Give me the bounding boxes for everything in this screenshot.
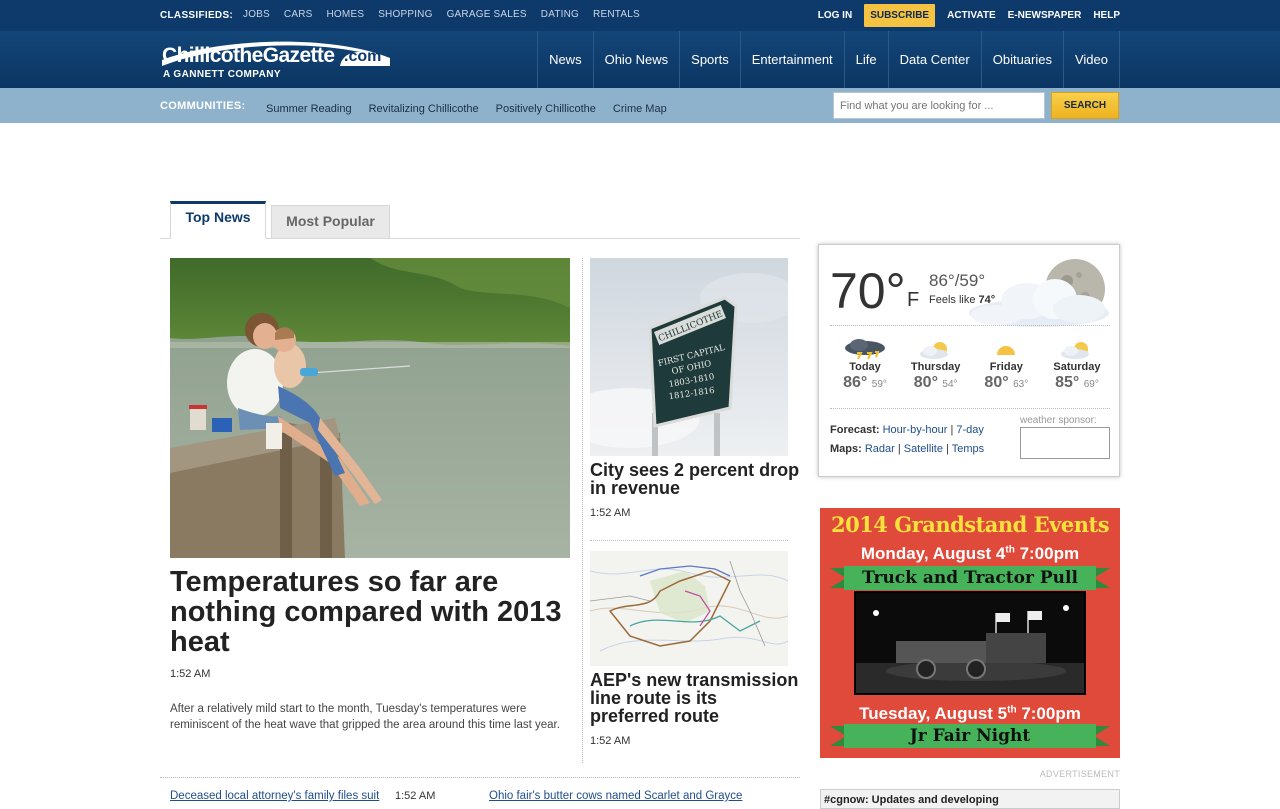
section-nav: News Ohio News Sports Entertainment Life…	[537, 31, 1120, 88]
forecast-day-name: Thursday	[910, 361, 961, 373]
ad-event-2: Jr Fair Night	[909, 726, 1031, 746]
more-story-1-time: 1:52 AM	[395, 790, 436, 802]
ad-date-1: Monday, August 4th 7:00pm	[860, 544, 1080, 563]
weather-divider-2	[830, 408, 1110, 409]
nav-news[interactable]: News	[537, 31, 593, 88]
classified-link-jobs[interactable]: JOBS	[243, 9, 270, 20]
community-link-crime-map[interactable]: Crime Map	[613, 99, 684, 117]
side-story-1-time: 1:52 AM	[590, 507, 631, 519]
communities-links: Summer Reading Revitalizing Chillicothe …	[266, 99, 684, 117]
side-divider	[590, 540, 788, 541]
forecast-links: Forecast: Hour-by-hour | 7-day	[830, 424, 984, 436]
forecast-day-name: Saturday	[1053, 361, 1101, 373]
side-story-1-title[interactable]: City sees 2 percent drop in revenue	[590, 461, 800, 497]
nav-life[interactable]: Life	[843, 31, 888, 88]
story-tabs: Top News Most Popular	[160, 201, 800, 239]
main-story-photo[interactable]	[170, 258, 570, 558]
thunderstorm-icon	[845, 339, 885, 359]
forecast-day-saturday[interactable]: Saturday 85° 69°	[1042, 337, 1112, 392]
community-link-positively[interactable]: Positively Chillicothe	[496, 99, 613, 117]
main-story-title[interactable]: Temperatures so far are nothing compared…	[170, 567, 570, 657]
logo-name: ChillicotheGazette	[162, 44, 335, 67]
classifieds-label: CLASSIFIEDS:	[160, 10, 234, 21]
nav-video[interactable]: Video	[1062, 31, 1120, 88]
satellite-link[interactable]: Satellite	[904, 443, 943, 455]
forecast-day-temps: 80° 54°	[913, 374, 958, 391]
forecast-day-name: Today	[849, 361, 881, 373]
map-links: Maps: Radar | Satellite | Temps	[830, 443, 985, 455]
main-story-summary: After a relatively mild start to the mon…	[170, 703, 560, 731]
nav-ohio-news[interactable]: Ohio News	[592, 31, 680, 88]
ad-title: 2014 Grandstand Events	[830, 512, 1110, 537]
subscribe-button[interactable]: SUBSCRIBE	[864, 4, 936, 27]
weather-widget: 70° F 86°/59° Feels like 74° Today 86° 5…	[818, 244, 1120, 477]
more-story-1-link[interactable]: Deceased local attorney's family files s…	[170, 790, 379, 802]
column-divider	[582, 258, 583, 763]
site-logo[interactable]: ChillicotheGazette .com A GANNETT COMPAN…	[160, 36, 395, 82]
activate-link[interactable]: ACTIVATE	[947, 10, 996, 21]
ad-truck-photo	[854, 591, 1086, 695]
advertisement-label: ADVERTISEMENT	[1039, 769, 1120, 779]
current-temperature: 70°	[830, 263, 906, 319]
seven-day-link[interactable]: 7-day	[956, 424, 984, 436]
main-story-time: 1:52 AM	[170, 668, 211, 680]
partly-cloudy-icon	[1060, 342, 1089, 359]
classified-link-garage-sales[interactable]: GARAGE SALES	[447, 9, 527, 20]
hour-by-hour-link[interactable]: Hour-by-hour	[883, 424, 948, 436]
logo-dotcom: .com	[344, 48, 382, 65]
main-nav-bar: ChillicotheGazette .com A GANNETT COMPAN…	[0, 31, 1280, 88]
tab-top-news[interactable]: Top News	[170, 201, 266, 239]
tab-most-popular[interactable]: Most Popular	[271, 205, 390, 239]
search-input[interactable]	[833, 92, 1045, 119]
classified-link-cars[interactable]: CARS	[284, 9, 313, 20]
classified-link-homes[interactable]: HOMES	[327, 9, 365, 20]
nav-entertainment[interactable]: Entertainment	[739, 31, 844, 88]
search-button[interactable]: SEARCH	[1051, 92, 1119, 119]
communities-bar: COMMUNITIES: Summer Reading Revitalizing…	[0, 88, 1280, 123]
forecast-day-today[interactable]: Today 86° 59°	[830, 337, 900, 392]
logo-tagline: A GANNETT COMPANY	[163, 69, 281, 80]
forecast-day-temps: 80° 63°	[984, 374, 1029, 391]
moon-cloud-icon	[969, 259, 1109, 327]
utility-bar: CLASSIFIEDS: JOBS CARS HOMES SHOPPING GA…	[0, 0, 1280, 31]
forecast-day-name: Friday	[989, 361, 1023, 373]
forecast-day-temps: 86° 59°	[843, 374, 887, 391]
side-story-photo-map[interactable]	[590, 551, 788, 666]
forecast-days: Today 86° 59° Thursday 80° 54° Friday 80…	[830, 337, 1112, 392]
classified-link-rentals[interactable]: RENTALS	[593, 9, 640, 20]
nav-sports[interactable]: Sports	[679, 31, 740, 88]
community-link-revitalizing[interactable]: Revitalizing Chillicothe	[369, 99, 496, 117]
help-link[interactable]: HELP	[1093, 10, 1120, 21]
login-link[interactable]: LOG IN	[818, 10, 852, 21]
weather-sponsor-box[interactable]	[1020, 427, 1110, 459]
partly-cloudy-icon	[919, 342, 948, 359]
communities-label: COMMUNITIES:	[160, 100, 246, 112]
temps-link[interactable]: Temps	[952, 443, 984, 455]
weather-divider-1	[830, 325, 1110, 326]
forecast-day-thursday[interactable]: Thursday 80° 54°	[901, 337, 971, 392]
grandstand-events-ad[interactable]: 2014 Grandstand Events Monday, August 4t…	[820, 508, 1120, 758]
weather-sponsor-label: weather sponsor:	[1020, 415, 1097, 426]
more-story-2-link[interactable]: Ohio fair's butter cows named Scarlet an…	[489, 790, 742, 802]
sunny-icon	[990, 346, 1023, 359]
nav-obituaries[interactable]: Obituaries	[980, 31, 1063, 88]
classified-link-shopping[interactable]: SHOPPING	[378, 9, 432, 20]
temperature-unit: F	[907, 289, 920, 311]
forecast-day-friday[interactable]: Friday 80° 63°	[971, 337, 1041, 392]
community-link-summer-reading[interactable]: Summer Reading	[266, 99, 369, 117]
account-links: LOG IN SUBSCRIBE ACTIVATE E-NEWSPAPER HE…	[806, 4, 1120, 27]
classified-link-dating[interactable]: DATING	[541, 9, 579, 20]
side-story-photo-sign[interactable]: CHILLICOTHE FIRST CAPITAL OF OHIO 1803-1…	[590, 258, 788, 456]
more-stories-divider	[160, 777, 800, 778]
ad-event-1: Truck and Tractor Pull	[862, 568, 1078, 588]
radar-link[interactable]: Radar	[865, 443, 895, 455]
nav-data-center[interactable]: Data Center	[887, 31, 981, 88]
classified-links: JOBS CARS HOMES SHOPPING GARAGE SALES DA…	[243, 9, 654, 20]
side-story-2-time: 1:52 AM	[590, 735, 631, 747]
cgnow-box-header[interactable]: #cgnow: Updates and developing	[820, 789, 1120, 809]
forecast-day-temps: 85° 69°	[1055, 374, 1099, 391]
side-story-2-title[interactable]: AEP's new transmission line route is its…	[590, 671, 800, 725]
ad-date-2: Tuesday, August 5th 7:00pm	[859, 704, 1081, 723]
enewspaper-link[interactable]: E-NEWSPAPER	[1008, 10, 1082, 21]
